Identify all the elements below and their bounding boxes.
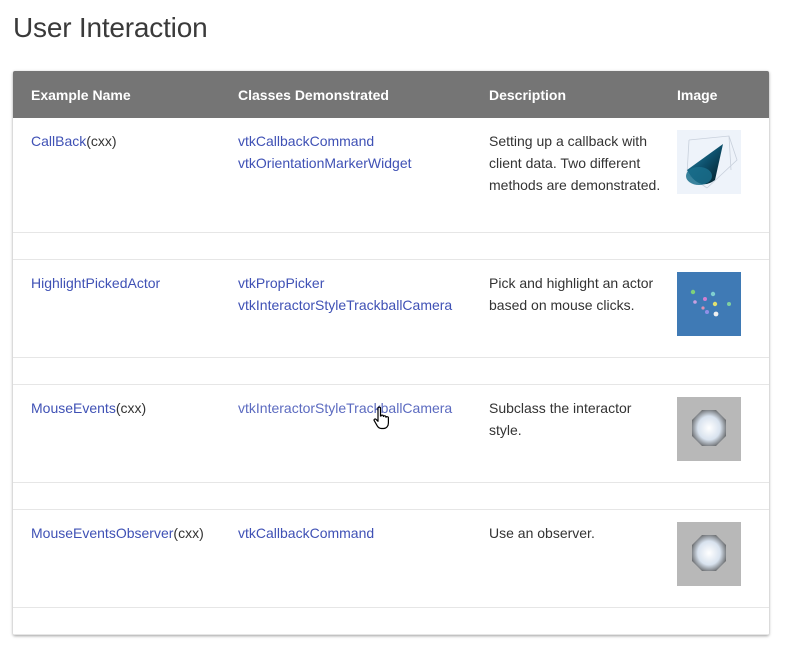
sphere-thumbnail-icon[interactable] <box>677 396 741 461</box>
example-link-mouseevents[interactable]: MouseEvents <box>31 400 116 416</box>
table-row: MouseEvents(cxx) vtkInteractorStyleTrack… <box>13 384 769 482</box>
spheres-thumbnail-icon[interactable] <box>677 271 741 336</box>
classes-cell: vtkCallbackCommand vtkOrientationMarkerW… <box>238 118 489 232</box>
image-cell <box>677 118 769 232</box>
class-link-vtkcallbackcommand[interactable]: vtkCallbackCommand <box>238 525 374 541</box>
description-cell: Use an observer. <box>489 524 595 541</box>
suffix-close: ) <box>111 133 117 149</box>
sphere-thumbnail-icon[interactable] <box>677 521 741 586</box>
suffix-close: ) <box>141 399 147 416</box>
example-link-highlightpickedactor[interactable]: HighlightPickedActor <box>31 275 160 291</box>
class-link-vtkcallbackcommand[interactable]: vtkCallbackCommand <box>238 133 374 149</box>
table-row: CallBack(cxx) vtkCallbackCommand vtkOrie… <box>13 118 769 232</box>
page-title: User Interaction <box>13 12 208 43</box>
cxx-label: cxx <box>120 399 142 416</box>
cxx-link-mouseeventsobserver[interactable]: cxx <box>178 525 199 541</box>
classes-cell: vtkPropPicker vtkInteractorStyleTrackbal… <box>238 259 489 357</box>
example-name-cell: MouseEventsObserver(cxx) <box>13 509 238 607</box>
example-name-cell: CallBack(cxx) <box>13 118 238 232</box>
header-description: Description <box>489 71 677 118</box>
image-cell <box>677 384 769 482</box>
cxx-link-callback[interactable]: cxx <box>91 133 112 149</box>
classes-cell: vtkInteractorStyleTrackballCamera <box>238 384 489 482</box>
cxx-label: cxx <box>178 524 200 541</box>
examples-table: Example Name Classes Demonstrated Descri… <box>13 71 769 635</box>
class-link-vtkinteractorstyletrackballcamera[interactable]: vtkInteractorStyleTrackballCamera <box>238 400 452 416</box>
example-name-cell: HighlightPickedActor <box>13 259 238 357</box>
example-link-callback[interactable]: CallBack <box>31 133 86 149</box>
example-link-mouseeventsobserver[interactable]: MouseEventsObserver <box>31 525 173 541</box>
class-link-vtkproppicker[interactable]: vtkPropPicker <box>238 275 324 291</box>
cxx-label: cxx <box>90 133 112 149</box>
table-row: HighlightPickedActor vtkPropPicker vtkIn… <box>13 259 769 357</box>
examples-table-card: Example Name Classes Demonstrated Descri… <box>13 71 769 635</box>
spacer-row <box>13 607 769 634</box>
description-cell: Setting up a callback with client data. … <box>489 133 661 193</box>
header-image: Image <box>677 71 769 118</box>
suffix-close: ) <box>199 524 204 541</box>
description-cell: Subclass the interactor style. <box>489 399 632 438</box>
example-name-cell: MouseEvents(cxx) <box>13 384 238 482</box>
description-cell: Pick and highlight an actor based on mou… <box>489 274 654 313</box>
image-cell <box>677 259 769 357</box>
image-cell <box>677 509 769 607</box>
cxx-link-mouseevents[interactable]: cxx <box>121 400 142 416</box>
classes-cell: vtkCallbackCommand <box>238 509 489 607</box>
class-link-vtkorientationmarkerwidget[interactable]: vtkOrientationMarkerWidget <box>238 155 412 171</box>
spacer-row <box>13 482 769 509</box>
header-example-name: Example Name <box>13 71 238 118</box>
cone-thumbnail-icon[interactable] <box>677 130 741 194</box>
class-link-vtkinteractorstyletrackballcamera[interactable]: vtkInteractorStyleTrackballCamera <box>238 297 452 313</box>
spacer-row <box>13 232 769 259</box>
table-header-row: Example Name Classes Demonstrated Descri… <box>13 71 769 118</box>
header-classes-demonstrated: Classes Demonstrated <box>238 71 489 118</box>
table-row: MouseEventsObserver(cxx) vtkCallbackComm… <box>13 509 769 607</box>
spacer-row <box>13 357 769 384</box>
